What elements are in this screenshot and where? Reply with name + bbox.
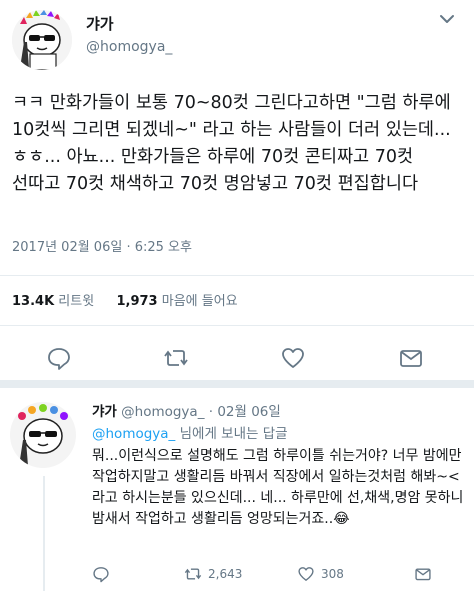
reply-actions: 2,643 308 <box>92 564 464 584</box>
share-button[interactable] <box>398 345 424 371</box>
retweets-stat[interactable]: 13.4K 리트윗 <box>12 294 94 309</box>
retweets-count: 13.4K <box>12 294 55 309</box>
reply-share-button[interactable] <box>414 564 432 584</box>
reply-tweet[interactable]: 갸가 @homogya_ · 02월 06일 @homogya_ 님에게 보내는… <box>0 388 474 598</box>
share-icon <box>400 350 422 367</box>
tweet-text: ㅋㅋ 만화가들이 보통 70~80컷 그린다고하면 "그럼 하루에 10컷씩 그… <box>12 93 457 194</box>
section-separator <box>0 380 474 388</box>
replying-suffix: 님에게 보내는 답글 <box>179 426 288 442</box>
thread-line <box>43 476 45 591</box>
divider <box>0 275 474 276</box>
reply-button[interactable] <box>46 345 72 371</box>
replying-to: @homogya_ 님에게 보내는 답글 <box>92 422 288 442</box>
reply-header: 갸가 @homogya_ · 02월 06일 <box>92 400 281 420</box>
likes-count: 1,973 <box>116 294 158 309</box>
reply-retweet-button[interactable]: 2,643 <box>184 564 242 584</box>
divider <box>0 325 474 326</box>
reply-text: 뭐...이런식으로 설명해도 그럼 하루이틀 쉬는거야? 너무 밤에만 작업하지… <box>92 448 468 527</box>
likes-stat[interactable]: 1,973 마음에 들어요 <box>116 294 237 309</box>
reply-author-avatar[interactable] <box>10 402 76 468</box>
like-icon <box>282 348 304 368</box>
tweet-actions <box>0 345 474 373</box>
reply-author-name[interactable]: 갸가 <box>92 404 117 420</box>
reply-icon <box>48 348 70 370</box>
reply-date[interactable]: · 02월 06일 <box>209 404 281 420</box>
author-avatar[interactable] <box>12 10 72 70</box>
reply-author-handle[interactable]: @homogya_ <box>121 404 204 420</box>
tweet-stats: 13.4K 리트윗 1,973 마음에 들어요 <box>12 290 238 309</box>
author-name[interactable]: 갸가 <box>86 13 114 34</box>
retweet-icon <box>184 568 202 580</box>
reply-like-count: 308 <box>321 567 344 581</box>
likes-label: 마음에 들어요 <box>161 294 238 309</box>
replying-mention[interactable]: @homogya_ <box>92 426 175 442</box>
more-options-button[interactable] <box>436 8 458 30</box>
reply-retweet-count: 2,643 <box>208 567 243 581</box>
retweet-button[interactable] <box>163 345 189 371</box>
share-icon <box>415 568 431 581</box>
reply-like-button[interactable]: 308 <box>297 564 344 584</box>
retweet-icon <box>164 350 188 366</box>
tweet-timestamp[interactable]: 2017년 02월 06일 · 6:25 오후 <box>12 236 192 255</box>
like-button[interactable] <box>280 345 306 371</box>
reply-reply-button[interactable] <box>92 564 116 584</box>
chevron-down-icon <box>440 15 454 23</box>
retweets-label: 리트윗 <box>58 294 95 309</box>
reply-icon <box>93 567 109 583</box>
author-handle[interactable]: @homogya_ <box>86 39 172 55</box>
like-icon <box>298 567 314 581</box>
